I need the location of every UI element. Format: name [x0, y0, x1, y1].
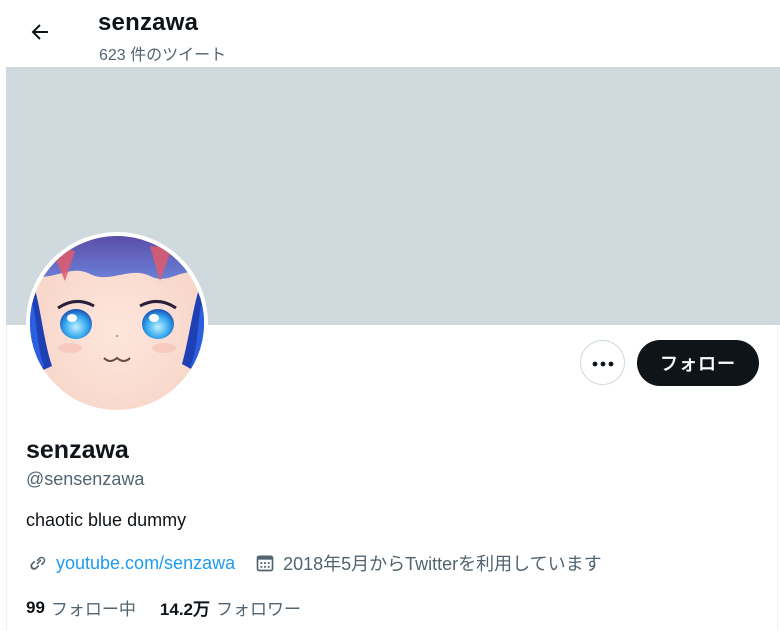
avatar-image — [30, 236, 204, 410]
profile-header-bar: senzawa 623 件のツイート — [0, 0, 780, 67]
arrow-left-icon — [28, 20, 52, 49]
profile-meta: youtube.com/senzawa 2018年5月からTwitterを利用し… — [26, 550, 602, 576]
back-button[interactable] — [20, 14, 60, 54]
following-label: フォロー中 — [50, 600, 136, 619]
more-dots-icon — [592, 354, 614, 372]
calendar-icon — [253, 551, 277, 575]
profile-bio: chaotic blue dummy — [26, 510, 187, 530]
profile-link[interactable]: youtube.com/senzawa — [56, 553, 235, 574]
tweet-count: 623 件のツイート — [99, 47, 227, 64]
following-link[interactable]: 99 フォロー中 — [26, 595, 136, 620]
joined-date: 2018年5月からTwitterを利用しています — [283, 554, 602, 574]
link-icon — [26, 551, 50, 575]
header-display-name: senzawa — [98, 9, 199, 36]
followers-link[interactable]: 14.2万 フォロワー — [160, 595, 301, 620]
followers-count: 14.2万 — [159, 600, 211, 619]
right-border — [777, 325, 778, 631]
profile-display-name: senzawa — [26, 436, 129, 464]
following-count: 99 — [26, 597, 45, 617]
profile-page: senzawa 623 件のツイート フォロー senzawa @sensenz… — [0, 0, 780, 631]
more-options-button[interactable] — [580, 340, 625, 385]
left-border — [6, 325, 7, 631]
followers-label: フォロワー — [216, 600, 302, 619]
avatar[interactable] — [26, 232, 208, 414]
follow-stats: 99 フォロー中 14.2万 フォロワー — [26, 595, 325, 620]
profile-handle: @sensenzawa — [26, 469, 145, 489]
follow-button[interactable]: フォロー — [637, 340, 759, 386]
